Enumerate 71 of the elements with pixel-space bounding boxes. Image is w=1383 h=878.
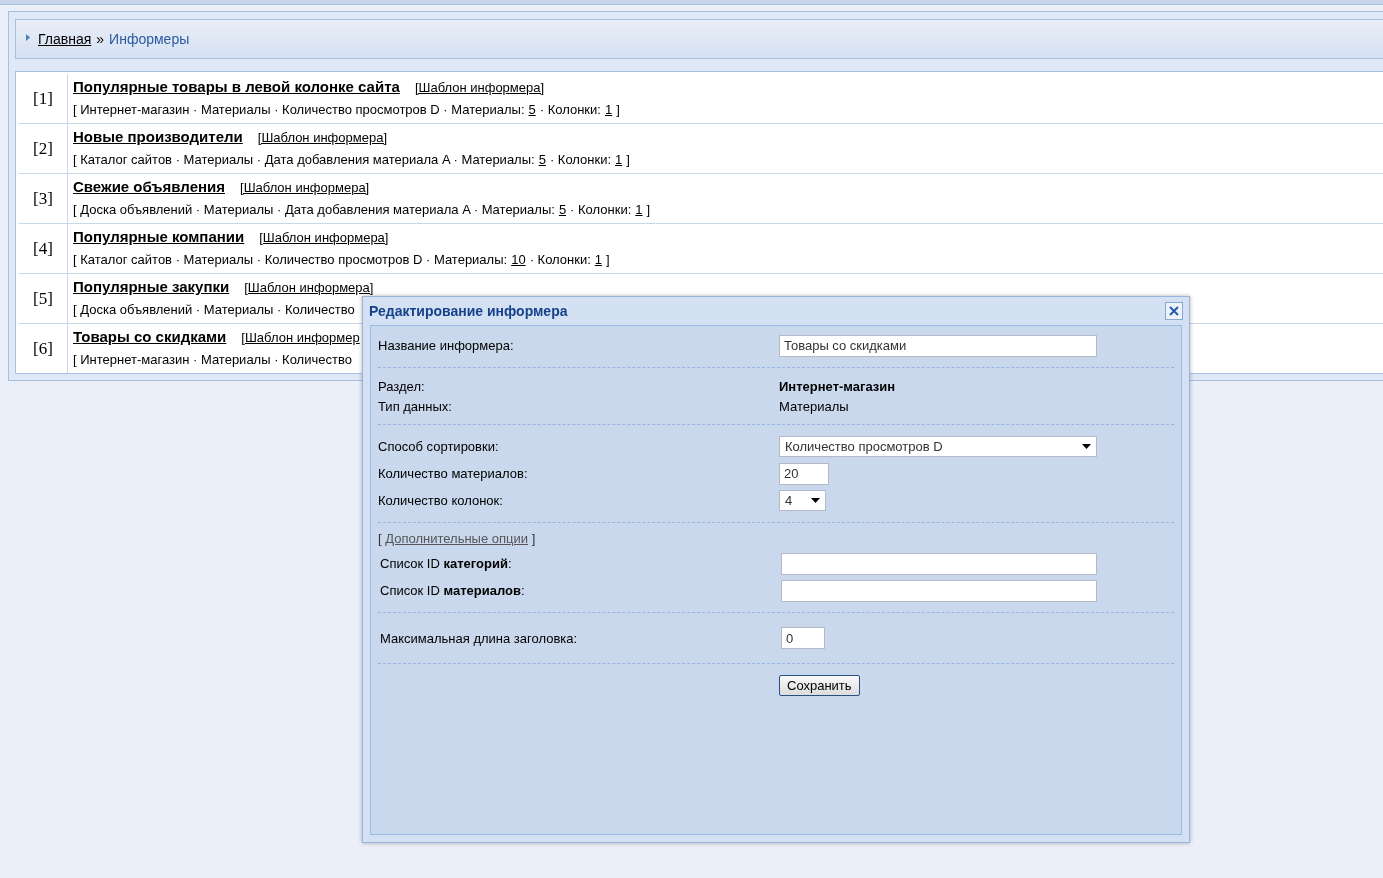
field-label: Максимальная длина заголовка: [379,630,579,646]
field-label: Список ID категорий: [379,556,513,571]
informer-details: ] [606,252,610,267]
count-link[interactable]: 5 [538,152,546,167]
field-label: Список ID материалов: [379,583,526,598]
count-link[interactable]: 1 [615,152,623,167]
informer-details: · Колонки: [549,152,612,167]
template-link[interactable]: [Шаблон информера] [240,180,370,195]
informer-details: · Колонки: [529,252,591,267]
name-field[interactable]: Товары со скидками [779,334,1097,357]
field-label: Способ сортировки: [378,439,500,454]
informer-number: [1] [19,74,68,123]
informer-title-link[interactable]: Популярные компании [73,228,245,245]
count-link[interactable]: 1 [635,202,643,217]
dialog-title: Редактирование информера [369,303,568,319]
columns-select[interactable]: 4 [779,490,826,511]
count-link[interactable]: 5 [528,102,536,117]
field-label: Раздел: [378,378,426,394]
informer-details: [ Интернет-магазин · Материалы · Количество [73,352,352,367]
save-button[interactable]: Сохранить [779,675,860,696]
template-link[interactable]: [Шаблон информера] [414,80,545,95]
extra-options-link[interactable]: Дополнительные опции [385,531,528,546]
informer-details: ] [626,152,630,167]
field-label: Название информера: [378,338,515,353]
bracket: [ [378,531,382,546]
template-link[interactable]: [Шаблон информера] [259,230,389,245]
informer-number: [2] [19,124,68,173]
informer-title-link[interactable]: Популярные товары в левой колонке сайта [73,78,400,95]
count-link[interactable]: 5 [558,202,567,217]
bracket: ] [531,531,536,546]
close-icon [1169,306,1179,316]
material-ids-field[interactable] [781,579,1097,602]
informer-number: [6] [19,324,68,373]
dropdown-icon [1082,444,1091,449]
informer-details: [ Каталог сайтов · Материалы · Количество просмотров D · Материалы: [73,252,508,267]
informer-details: [ Доска объявлений · Материалы · Дата добавления материала A · Материалы: [73,202,555,217]
template-link[interactable]: [Шаблон информера] [244,280,374,295]
template-link[interactable]: [Шаблон информер [241,330,360,345]
type-value: Материалы [779,398,849,414]
informer-details: · Колонки: [570,202,632,217]
informer-details: · Колонки: [539,102,601,117]
materials-count-field[interactable]: 20 [779,462,829,485]
sort-select[interactable]: Количество просмотров D [779,436,1097,457]
informer-title-link[interactable]: Свежие объявления [73,178,225,195]
count-link[interactable]: 10 [511,252,526,267]
informer-title-link[interactable]: Популярные закупки [73,278,230,295]
count-link[interactable]: 1 [594,252,603,267]
field-label: Тип данных: [378,398,453,414]
field-label: Количество колонок: [378,493,504,508]
informer-details: [ Доска объявлений · Материалы · Количество [73,302,355,317]
informer-number: [5] [19,274,68,323]
dropdown-icon [811,498,820,503]
informer-details: [ Интернет-магазин · Материалы · Количество просмотров D · Материалы: [73,102,525,117]
informer-number: [4] [19,224,68,273]
triangle-icon [26,34,30,41]
close-button[interactable] [1165,302,1183,320]
informer-number: [3] [19,174,68,223]
template-link[interactable]: [Шаблон информера] [257,130,387,145]
section-value: Интернет-магазин [779,378,896,394]
category-ids-field[interactable] [781,552,1097,575]
breadcrumb-current: Информеры [109,31,190,47]
max-length-field[interactable]: 0 [781,627,825,649]
count-link[interactable]: 1 [604,102,613,117]
breadcrumb-separator: » [96,31,105,47]
informer-details: [ Каталог сайтов · Материалы · Дата добавления материала A · Материалы: [73,152,535,167]
informer-title-link[interactable]: Новые производители [73,128,243,145]
field-label: Количество материалов: [378,466,529,481]
informer-details: ] [616,102,620,117]
informer-title-link[interactable]: Товары со скидками [73,328,227,345]
home-link[interactable]: Главная [38,31,92,47]
informer-details: ] [646,202,651,217]
